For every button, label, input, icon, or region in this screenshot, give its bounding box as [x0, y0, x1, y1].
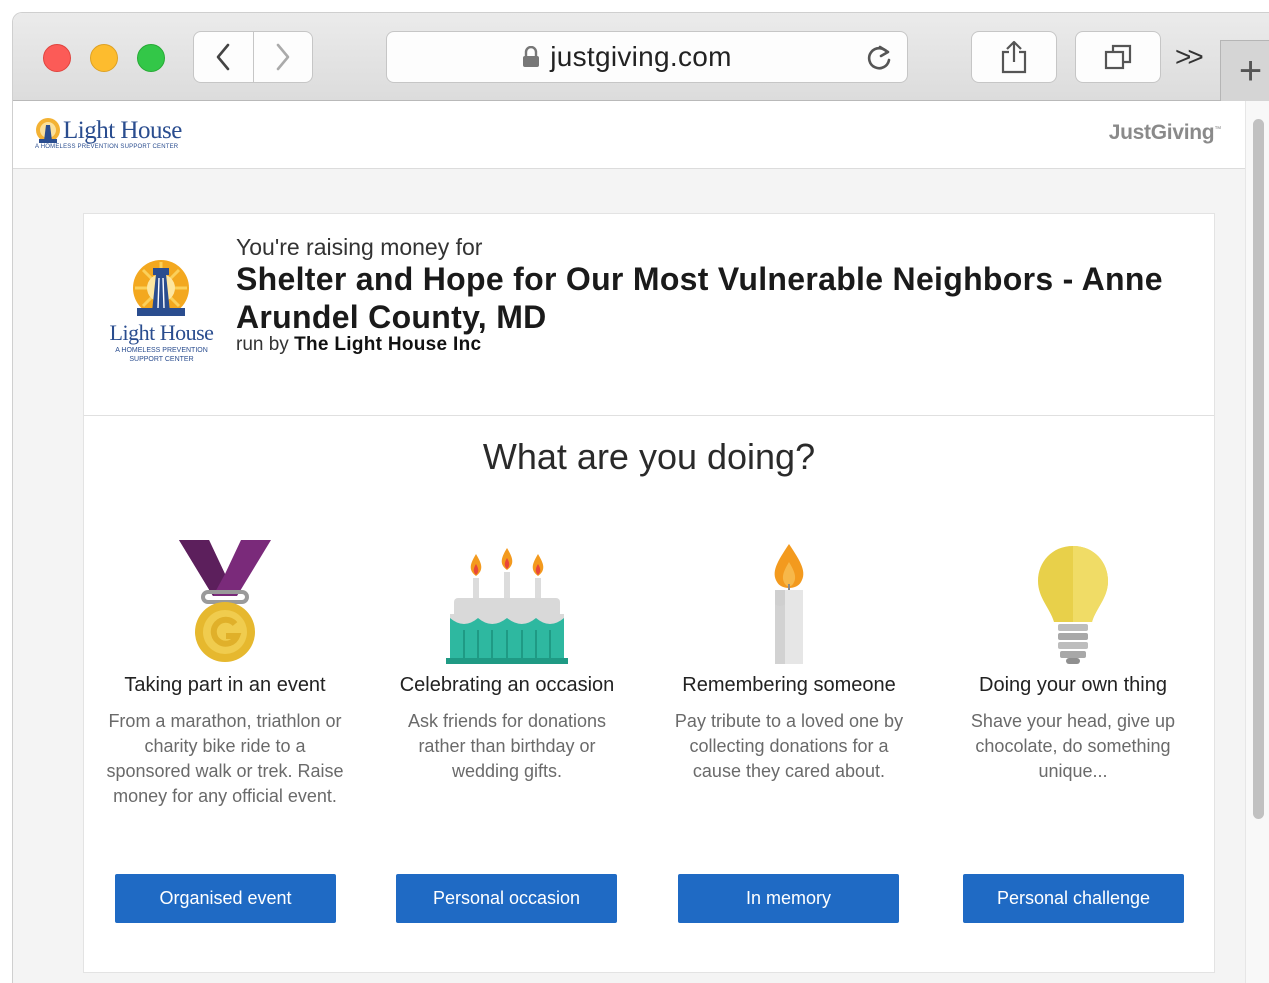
raising-intro: You're raising money for	[236, 234, 483, 260]
run-by-prefix: run by	[236, 334, 289, 355]
lighthouse-icon	[36, 118, 60, 143]
activity-question: What are you doing?	[482, 436, 816, 477]
share-button[interactable]	[971, 31, 1057, 83]
scrollbar-thumb[interactable]	[1253, 119, 1264, 819]
lock-icon	[523, 46, 540, 67]
option-description: Pay tribute to a loved one by collecting…	[674, 711, 904, 781]
fundraiser-setup-card: Light House A HOMELESS PREVENTION SUPPOR…	[83, 213, 1215, 973]
run-by-org: The Light House Inc	[294, 334, 482, 355]
cause-summary: Light House A HOMELESS PREVENTION SUPPOR…	[84, 214, 1214, 416]
forward-button[interactable]	[252, 32, 313, 82]
option-occasion: Celebrating an occasion Ask friends for …	[366, 532, 648, 784]
option-title: Remembering someone	[682, 674, 896, 696]
organised-event-button[interactable]: Organised event	[115, 874, 336, 923]
charity-logo-name: Light House	[63, 117, 182, 144]
justgiving-trademark: ™	[1214, 126, 1221, 133]
minimize-window-button[interactable]	[90, 44, 118, 72]
browser-window: justgiving.com >> + Light House A HOMELE…	[12, 12, 1269, 983]
url-text: justgiving.com	[550, 41, 732, 72]
zoom-window-button[interactable]	[137, 44, 165, 72]
cause-logo-name: Light House	[109, 320, 214, 345]
toolbar-overflow-icon[interactable]: >>	[1175, 41, 1204, 73]
personal-occasion-button[interactable]: Personal occasion	[396, 874, 617, 923]
cause-logo-tagline: A HOMELESS PREVENTION SUPPORT CENTER	[115, 347, 208, 363]
option-title: Taking part in an event	[124, 674, 326, 696]
show-tabs-button[interactable]	[1075, 31, 1161, 83]
option-memory: Remembering someone Pay tribute to a lov…	[648, 532, 930, 784]
address-bar[interactable]: justgiving.com	[386, 31, 908, 83]
tabs-icon	[1104, 44, 1132, 70]
justgiving-logo[interactable]: JustGiving™	[1108, 121, 1222, 145]
new-tab-button[interactable]: +	[1220, 40, 1269, 102]
navigation-buttons	[193, 31, 313, 83]
close-window-button[interactable]	[43, 44, 71, 72]
in-memory-button[interactable]: In memory	[678, 874, 899, 923]
option-description: Ask friends for donations rather than bi…	[407, 711, 607, 781]
option-description: Shave your head, give up chocolate, do s…	[970, 711, 1176, 781]
page-viewport: Light House A HOMELESS PREVENTION SUPPOR…	[13, 101, 1245, 983]
option-own-thing: Doing your own thing Shave your head, gi…	[932, 532, 1214, 784]
medal-icon	[179, 540, 271, 662]
cause-logo: Light House A HOMELESS PREVENTION SUPPOR…	[104, 258, 219, 368]
option-title: Celebrating an occasion	[399, 674, 615, 696]
option-event: Taking part in an event From a marathon,…	[84, 532, 366, 809]
cause-title: Shelter and Hope for Our Most Vulnerable…	[236, 261, 1163, 335]
birthday-cake-icon	[446, 548, 568, 664]
option-title: Doing your own thing	[979, 674, 1167, 696]
share-icon	[1001, 40, 1027, 74]
chevron-left-icon	[216, 43, 230, 71]
run-by: run by The Light House Inc	[236, 334, 481, 356]
browser-toolbar: justgiving.com >>	[13, 13, 1269, 101]
back-button[interactable]	[194, 32, 253, 82]
charity-logo-tagline: A HOMELESS PREVENTION SUPPORT CENTER	[35, 144, 179, 150]
option-description: From a marathon, triathlon or charity bi…	[106, 711, 344, 806]
vertical-scrollbar[interactable]	[1245, 101, 1269, 983]
personal-challenge-button[interactable]: Personal challenge	[963, 874, 1184, 923]
candle-icon	[774, 544, 804, 664]
justgiving-logo-text: JustGiving	[1108, 121, 1215, 144]
lighthouse-icon	[133, 260, 189, 316]
chevron-right-icon	[276, 43, 290, 71]
lightbulb-icon	[1038, 546, 1108, 664]
site-header: Light House A HOMELESS PREVENTION SUPPOR…	[13, 101, 1245, 169]
reload-icon[interactable]	[865, 43, 893, 73]
